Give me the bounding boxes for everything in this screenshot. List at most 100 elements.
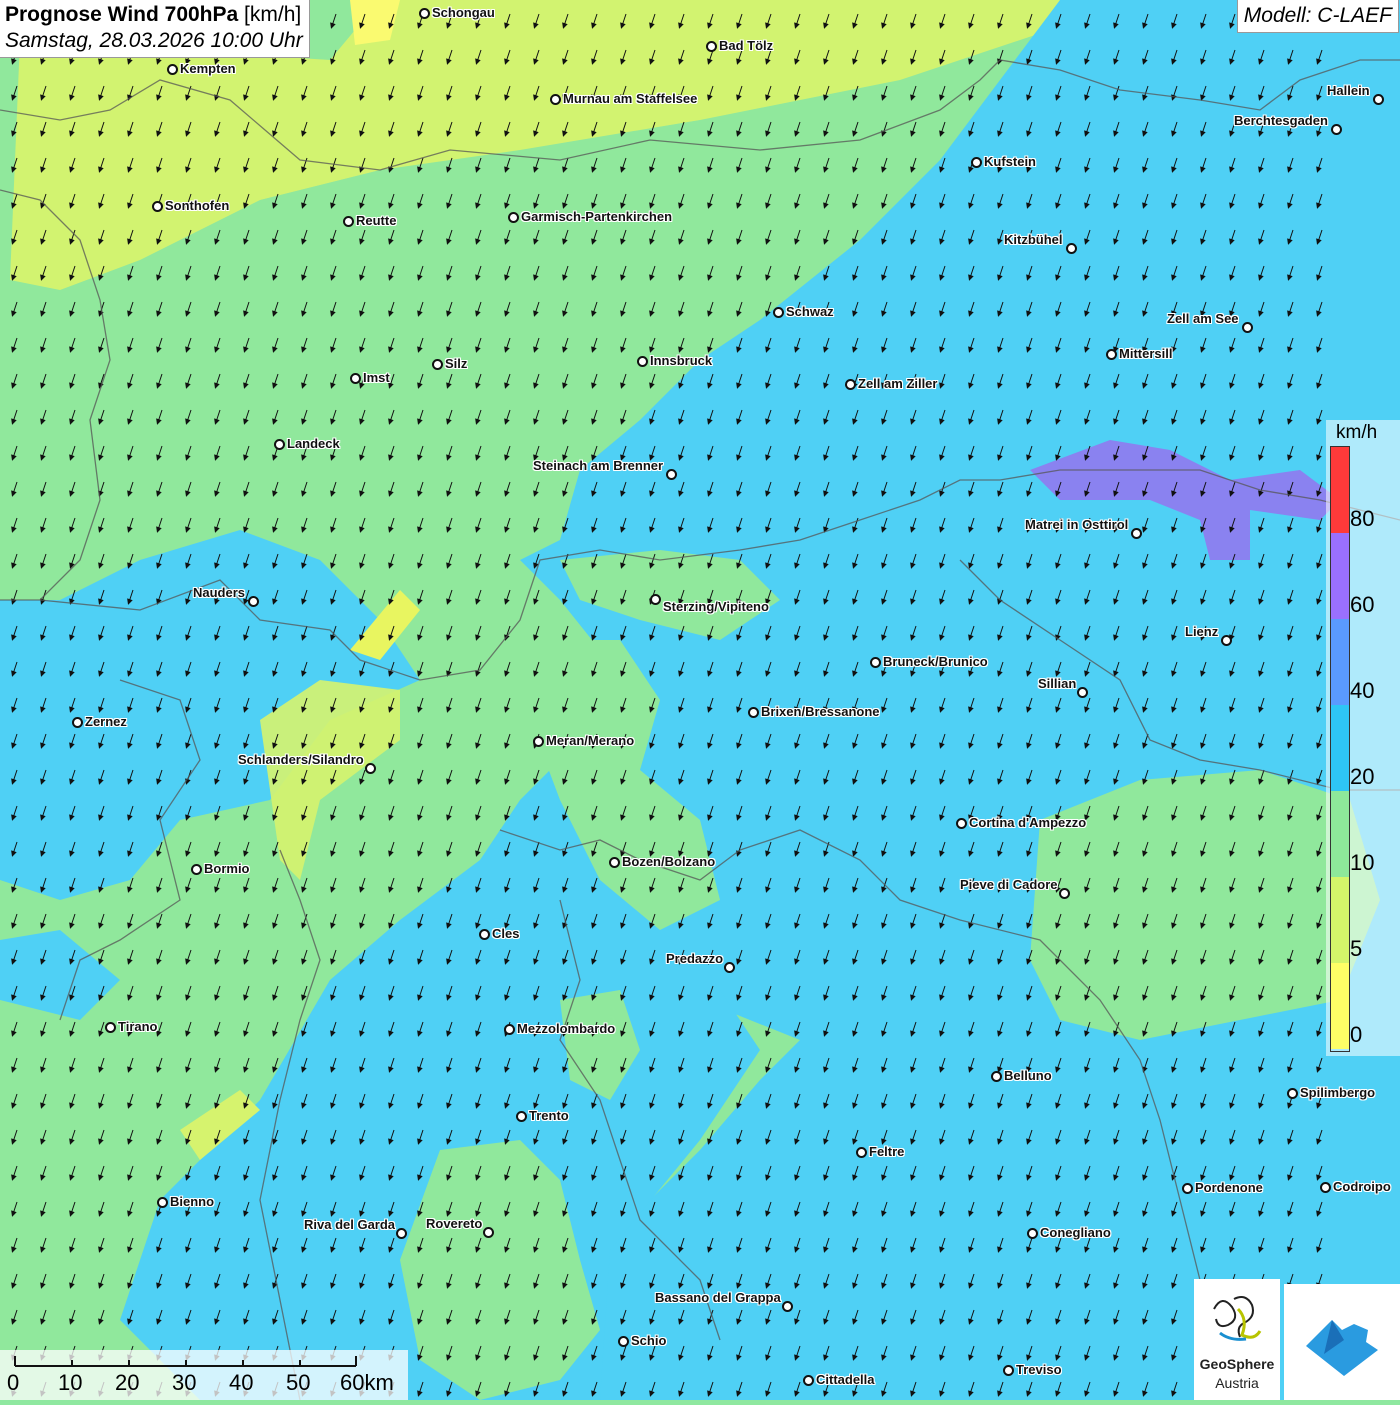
city-label-zell-am-ziller: Zell am Ziller	[858, 376, 938, 391]
city-dot	[773, 307, 784, 318]
city-dot	[191, 864, 202, 875]
city-label-zell-am-see: Zell am See	[1167, 311, 1239, 326]
city-dot	[550, 94, 561, 105]
legend-tick: 80	[1350, 506, 1375, 531]
color-legend: km/h 80 60 40 20 10 5 0	[1326, 420, 1400, 1060]
scale-label: 0	[7, 1370, 20, 1395]
legend-tick: 60	[1350, 592, 1375, 617]
city-label-reutte: Reutte	[356, 213, 397, 228]
city-label-garmisch: Garmisch-Partenkirchen	[521, 209, 673, 224]
forecast-datetime: Samstag, 28.03.2026 10:00 Uhr	[5, 29, 303, 52]
scale-label: 50	[286, 1370, 311, 1395]
city-dot	[1373, 94, 1384, 105]
city-dot	[533, 736, 544, 747]
city-dot	[650, 594, 661, 605]
city-label-landeck: Landeck	[287, 436, 340, 451]
legend-tick: 20	[1350, 764, 1375, 789]
city-dot	[72, 717, 83, 728]
city-dot	[432, 359, 443, 370]
city-label-tirano: Tirano	[118, 1019, 158, 1034]
city-dot	[1320, 1182, 1331, 1193]
city-dot	[782, 1301, 793, 1312]
city-dot	[845, 379, 856, 390]
city-label-schlanders: Schlanders/Silandro	[238, 752, 364, 767]
city-dot	[274, 439, 285, 450]
city-label-mezzolombardo: Mezzolombardo	[517, 1021, 616, 1036]
model-label: Modell: C-LAEF	[1236, 0, 1399, 33]
city-label-silz: Silz	[445, 356, 468, 371]
city-label-trento: Trento	[529, 1108, 569, 1123]
city-label-kufstein: Kufstein	[984, 154, 1036, 169]
city-label-predazzo: Predazzo	[666, 951, 724, 966]
city-dot	[1131, 528, 1142, 539]
city-label-sonthofen: Sonthofen	[165, 198, 230, 213]
partner-logo	[1284, 1284, 1400, 1400]
legend-seg-0	[1331, 963, 1349, 1049]
city-label-bormio: Bormio	[204, 861, 250, 876]
legend-seg-5	[1331, 877, 1349, 963]
city-label-schwaz: Schwaz	[786, 304, 834, 319]
city-dot	[152, 201, 163, 212]
city-label-nauders: Nauders	[193, 585, 246, 600]
city-dot	[956, 818, 967, 829]
city-dot	[365, 763, 376, 774]
city-label-conegliano: Conegliano	[1040, 1225, 1111, 1240]
city-dot	[504, 1024, 515, 1035]
city-label-feltre: Feltre	[869, 1144, 905, 1159]
legend-seg-20	[1331, 705, 1349, 791]
city-label-cortina: Cortina d'Ampezzo	[969, 815, 1087, 830]
city-label-cittadella: Cittadella	[816, 1372, 875, 1387]
city-dot	[483, 1227, 494, 1238]
city-dot	[1106, 349, 1117, 360]
city-label-lienz: Lienz	[1185, 624, 1219, 639]
title-unit: [km/h]	[244, 3, 302, 26]
legend-seg-60	[1331, 533, 1349, 619]
city-label-rovereto: Rovereto	[426, 1216, 483, 1231]
geosphere-logo: GeoSphere Austria	[1194, 1279, 1280, 1400]
geosphere-logo-icon	[1213, 1296, 1262, 1341]
city-dot	[706, 41, 717, 52]
city-dot	[516, 1111, 527, 1122]
city-label-steinach: Steinach am Brenner	[533, 458, 664, 473]
city-label-schio: Schio	[631, 1333, 667, 1348]
scale-label: 60km	[340, 1370, 394, 1395]
partner-logo-icon	[1306, 1320, 1378, 1376]
legend-seg-10	[1331, 791, 1349, 877]
city-dot	[1221, 635, 1232, 646]
city-label-murnau: Murnau am Staffelsee	[563, 91, 698, 106]
city-label-schongau: Schongau	[432, 5, 495, 20]
city-label-kempten: Kempten	[180, 61, 236, 76]
legend-unit: km/h	[1336, 422, 1378, 443]
city-label-mittersill: Mittersill	[1119, 346, 1173, 361]
legend-tick: 40	[1350, 678, 1375, 703]
city-dot	[618, 1336, 629, 1347]
title-box: Prognose Wind 700hPa [km/h] Samstag, 28.…	[0, 0, 310, 58]
city-dot	[508, 212, 519, 223]
city-dot	[343, 216, 354, 227]
city-dot	[609, 857, 620, 868]
city-label-bad-toelz: Bad Tölz	[719, 38, 774, 53]
city-dot	[1331, 124, 1342, 135]
city-label-bassano: Bassano del Grappa	[655, 1290, 781, 1305]
city-dot	[991, 1071, 1002, 1082]
title-bold: Prognose Wind 700hPa	[5, 3, 239, 26]
city-label-belluno: Belluno	[1004, 1068, 1052, 1083]
page-title: Prognose Wind 700hPa [km/h]	[5, 3, 303, 27]
city-label-sterzing: Sterzing/Vipiteno	[663, 599, 769, 614]
city-dot	[167, 64, 178, 75]
city-label-imst: Imst	[363, 370, 390, 385]
city-label-bienno: Bienno	[170, 1194, 215, 1209]
legend-seg-80	[1331, 447, 1349, 533]
city-dot	[350, 373, 361, 384]
legend-seg-40	[1331, 619, 1349, 705]
city-label-sillian: Sillian	[1038, 676, 1077, 691]
city-label-berchtesgaden: Berchtesgaden	[1234, 113, 1328, 128]
city-dot	[1066, 243, 1077, 254]
city-label-bruneck: Bruneck/Brunico	[883, 654, 988, 669]
city-label-spilimbergo: Spilimbergo	[1300, 1085, 1376, 1100]
city-dot	[157, 1197, 168, 1208]
legend-bar	[1330, 446, 1350, 1052]
city-dot	[1182, 1183, 1193, 1194]
scale-bar: 0 10 20 30 40 50 60km	[0, 1350, 408, 1400]
scale-ruler	[14, 1356, 357, 1367]
